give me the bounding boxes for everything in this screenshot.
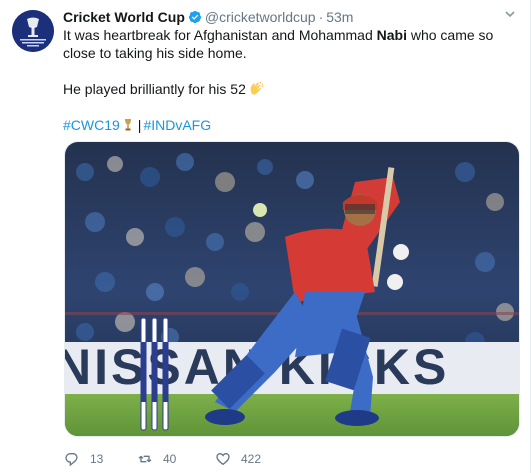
tweet-actions: 13 40 422 (64, 448, 261, 470)
tweet-card[interactable]: Cricket World Cup @cricketworldcup · 53m… (0, 0, 531, 473)
hashtag-separator: | (137, 117, 142, 133)
retweet-button[interactable]: 40 (137, 451, 215, 467)
hashtag-cwc19[interactable]: #CWC19 (63, 117, 120, 133)
trophy-icon (123, 118, 133, 132)
reply-icon (65, 453, 78, 467)
hashtag-indvafg[interactable]: #INDvAFG (143, 117, 211, 133)
hashtags: #CWC19 | #INDvAFG (63, 116, 211, 134)
retweet-icon (138, 455, 152, 463)
timestamp[interactable]: 53m (326, 9, 353, 25)
account-handle[interactable]: @cricketworldcup (205, 9, 316, 25)
tweet-paragraph-1: It was heartbreak for Afghanistan and Mo… (63, 26, 513, 62)
verified-badge-icon (188, 10, 202, 24)
clapping-hands-icon (248, 81, 264, 97)
separator-dot: · (318, 9, 324, 25)
like-count: 422 (241, 452, 262, 466)
bold-name: Nabi (376, 27, 407, 43)
display-name[interactable]: Cricket World Cup (63, 9, 185, 25)
chevron-down-icon[interactable] (504, 8, 516, 20)
tweet-text: It was heartbreak for Afghanistan and Mo… (63, 26, 513, 116)
tweet-media-photo[interactable]: NISSAN KICKS (64, 141, 520, 437)
tweet-paragraph-2: He played brilliantly for his 52 (63, 80, 513, 98)
avatar[interactable] (12, 10, 54, 52)
text-part: He played brilliantly for his 52 (63, 81, 246, 97)
reply-count: 13 (90, 452, 104, 466)
retweet-count: 40 (163, 452, 177, 466)
heart-icon (216, 452, 230, 466)
reply-button[interactable]: 13 (64, 451, 137, 467)
cricket-batsman-photo: NISSAN KICKS (65, 142, 519, 436)
like-button[interactable]: 422 (215, 451, 261, 467)
tweet-header: Cricket World Cup @cricketworldcup · 53m (63, 8, 353, 26)
cwc19-logo-icon (12, 10, 54, 52)
text-part: It was heartbreak for Afghanistan and Mo… (63, 27, 377, 43)
